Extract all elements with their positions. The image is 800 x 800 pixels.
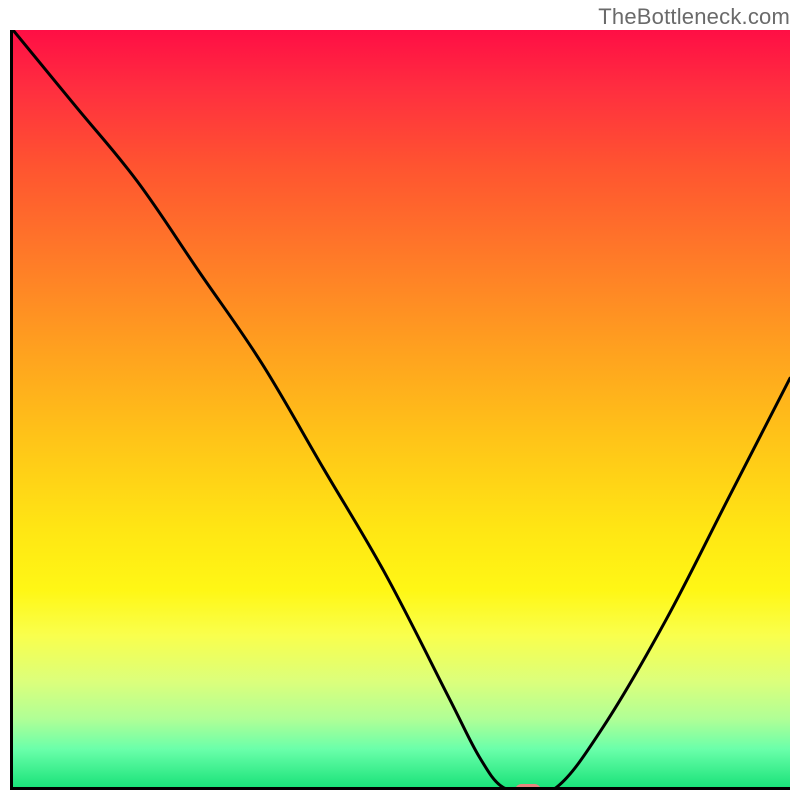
watermark-text: TheBottleneck.com xyxy=(598,4,790,30)
optimal-point-marker xyxy=(515,784,541,791)
bottleneck-curve xyxy=(13,30,790,787)
plot-area xyxy=(10,30,790,790)
chart-container: TheBottleneck.com xyxy=(0,0,800,800)
